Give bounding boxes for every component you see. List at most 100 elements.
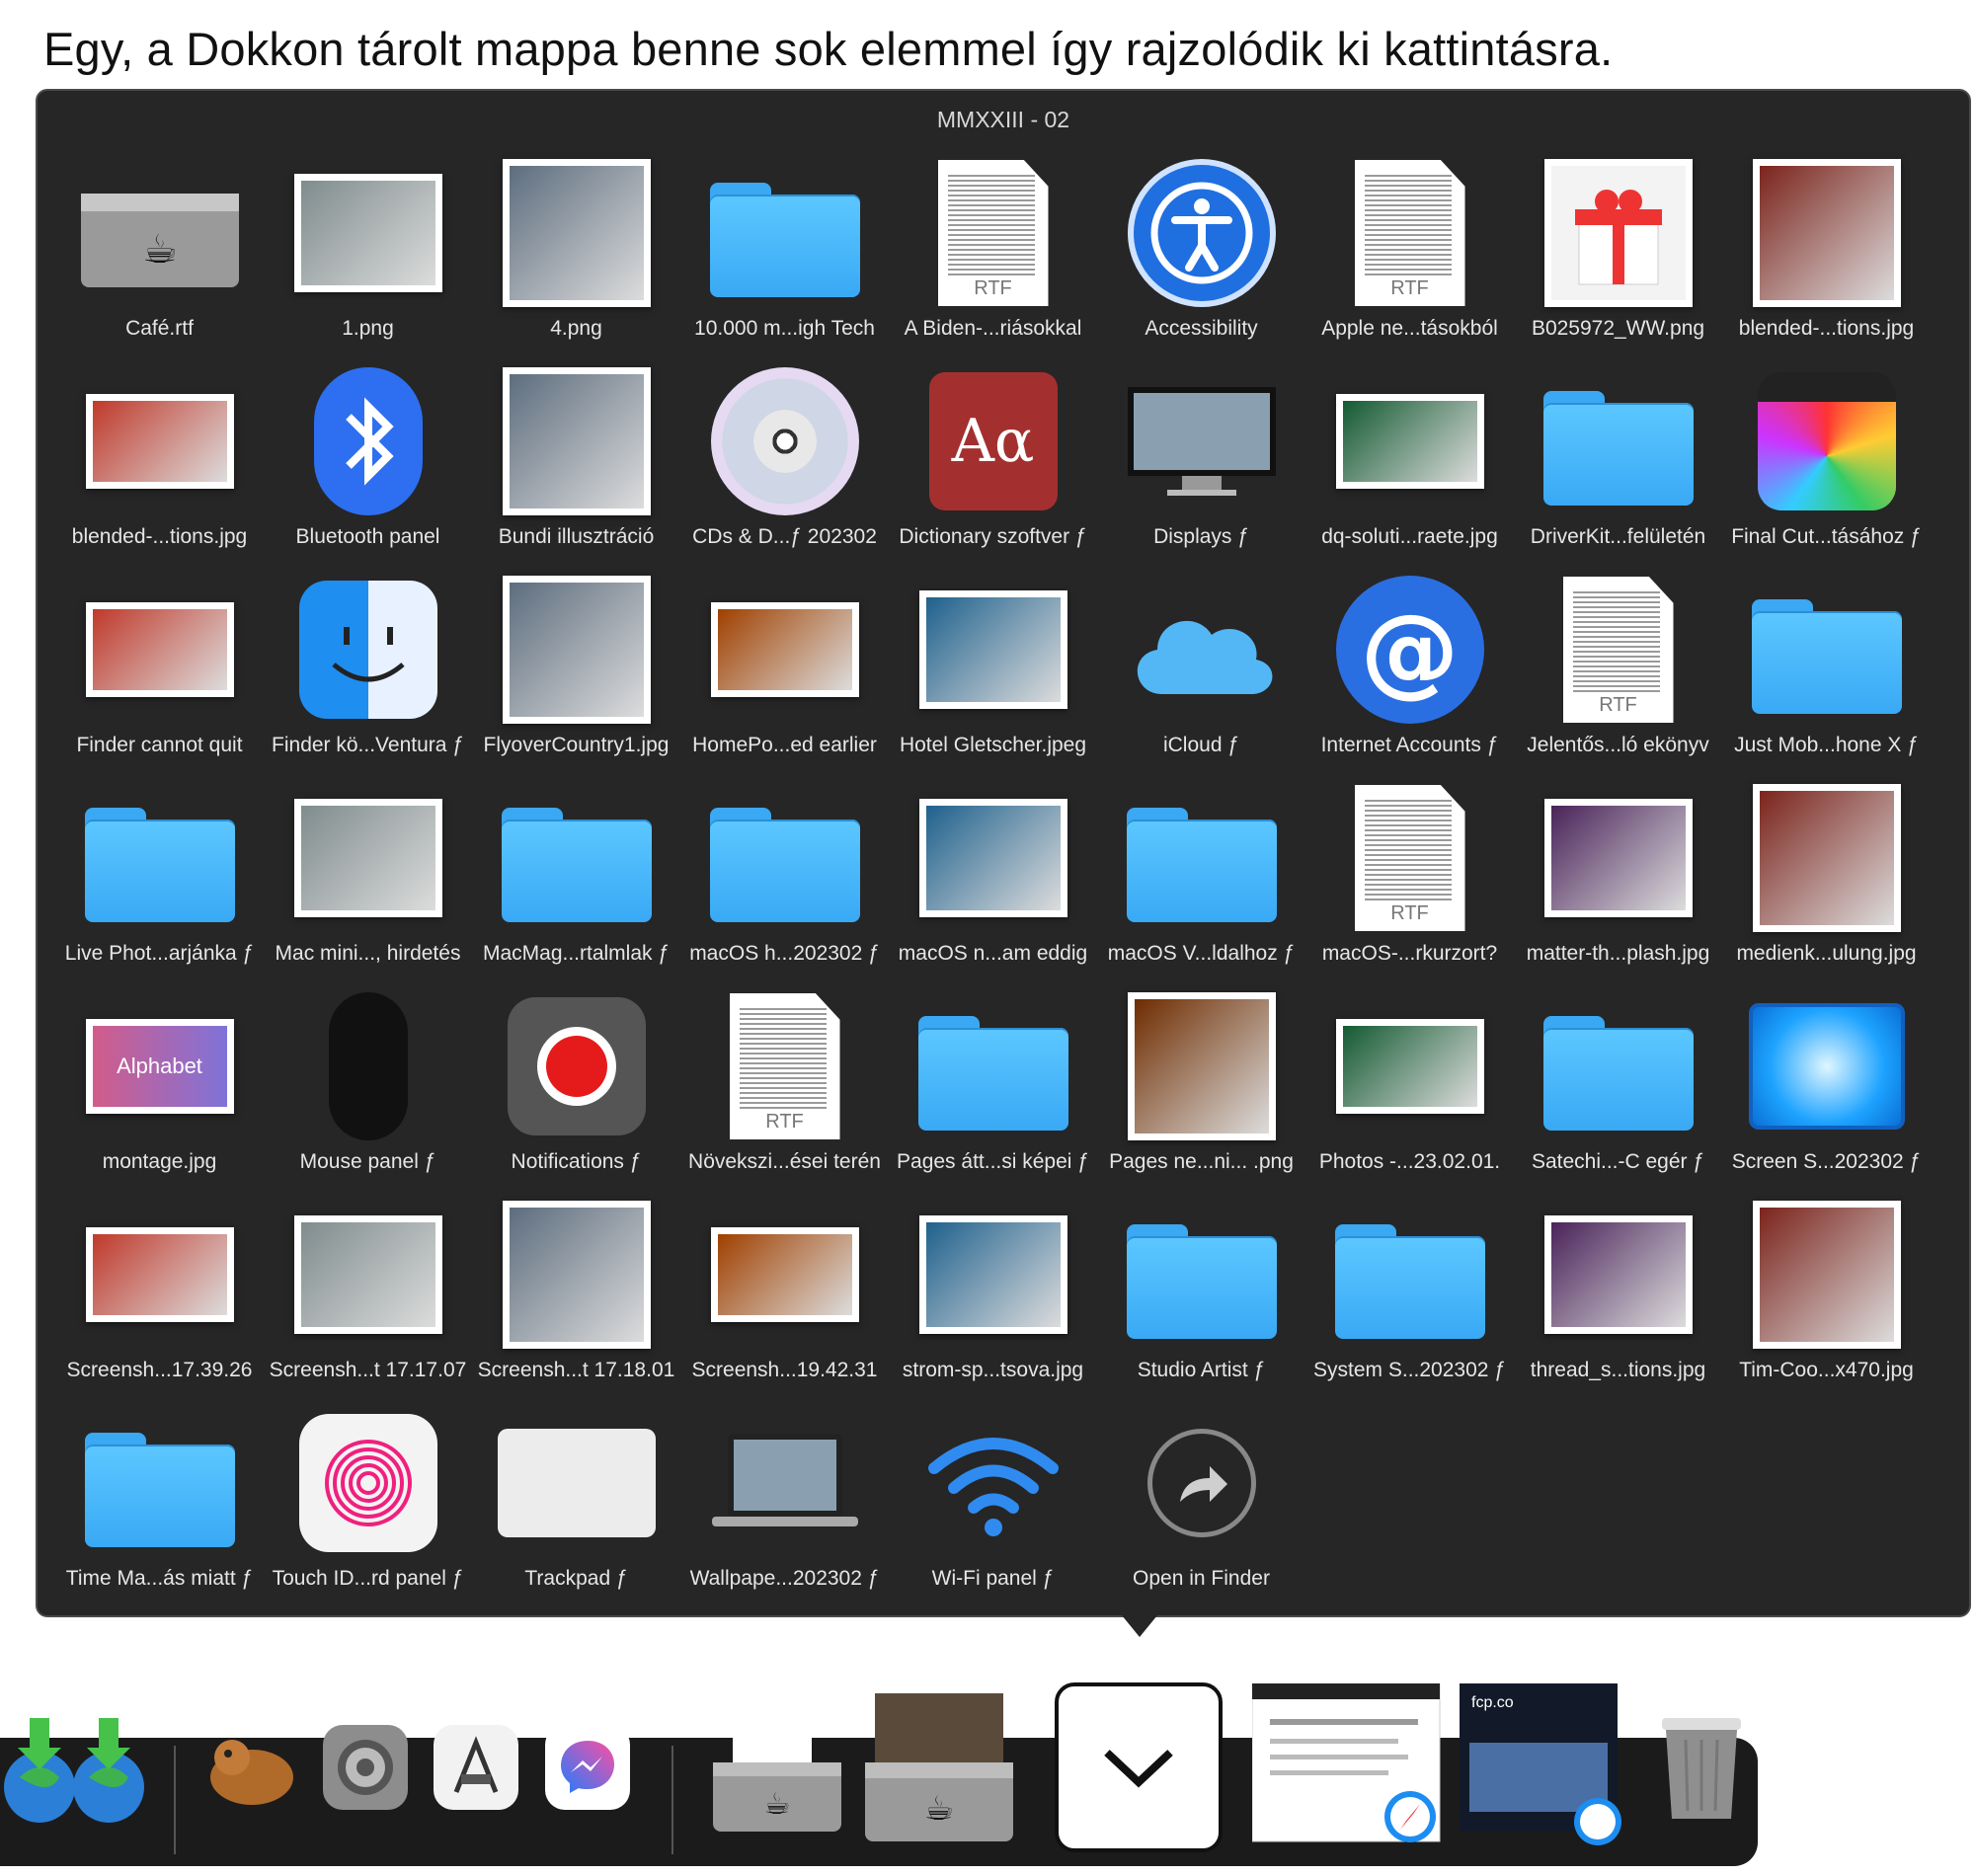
stack-item[interactable]: Screensh...17.39.26 (55, 1190, 264, 1398)
stack-item[interactable]: DriverKit...felületén (1514, 356, 1722, 565)
stack-item[interactable]: Open in Finder (1097, 1398, 1305, 1606)
stack-item[interactable]: RTF Növekszi...ései terén (680, 981, 889, 1190)
stack-item[interactable]: 4.png (472, 148, 680, 356)
stack-item[interactable]: CDs & D...ƒ 202302 (680, 356, 889, 565)
stack-item[interactable]: Alphabet montage.jpg (55, 981, 264, 1190)
stack-item[interactable]: Bluetooth panel (264, 356, 472, 565)
stack-item-label: matter-th...plash.jpg (1526, 942, 1710, 965)
stack-item[interactable]: Aα Dictionary szoftver ƒ (889, 356, 1097, 565)
stack-item[interactable]: Studio Artist ƒ (1097, 1190, 1305, 1398)
stack-item[interactable]: medienk...ulung.jpg (1722, 773, 1931, 981)
stack-item[interactable]: ☕ Café.rtf (55, 148, 264, 356)
stack-item[interactable]: Final Cut...tásához ƒ (1722, 356, 1931, 565)
stack-item[interactable]: Just Mob...hone X ƒ (1722, 565, 1931, 773)
stack-item[interactable]: Pages átt...si képei ƒ (889, 981, 1097, 1190)
stack-item[interactable]: Mac mini..., hirdetés (264, 773, 472, 981)
app-icon[interactable] (202, 1669, 301, 1866)
fcp-window-text: fcp.co (1471, 1694, 1514, 1711)
stack-item-label: 4.png (550, 317, 602, 340)
stack-title: MMXXIII - 02 (936, 107, 1070, 132)
stack-item[interactable]: blended-...tions.jpg (1722, 148, 1931, 356)
stack-item[interactable]: Time Ma...ás miatt ƒ (55, 1398, 264, 1606)
stack-item[interactable]: Live Phot...arjánka ƒ (55, 773, 264, 981)
wifi-icon (914, 1404, 1072, 1562)
stack-item[interactable]: macOS n...am eddig (889, 773, 1097, 981)
stack-item[interactable]: Screensh...t 17.18.01 (472, 1190, 680, 1398)
finder-icon (289, 571, 447, 729)
system-settings-icon[interactable] (321, 1669, 410, 1866)
image-icon (914, 571, 1072, 729)
stack-item[interactable]: B025972_WW.png (1514, 148, 1722, 356)
screen-ruler-icon[interactable] (432, 1669, 520, 1866)
stack-item[interactable]: Notifications ƒ (472, 981, 680, 1190)
trash-icon[interactable] (1647, 1669, 1756, 1866)
stack-item-label: Wi-Fi panel ƒ (931, 1567, 1055, 1590)
stack-item[interactable]: MacMag...rtalmlak ƒ (472, 773, 680, 981)
stack-item-label: Live Phot...arjánka ƒ (64, 942, 255, 965)
stack-item[interactable]: @ Internet Accounts ƒ (1305, 565, 1514, 773)
stack-icon[interactable]: ☕ (703, 1669, 851, 1866)
stack-item[interactable]: matter-th...plash.jpg (1514, 773, 1722, 981)
stack-item-label: Bluetooth panel (295, 525, 440, 548)
stack-item[interactable]: iCloud ƒ (1097, 565, 1305, 773)
stack-item[interactable]: Bundi illusztráció (472, 356, 680, 565)
stack-item[interactable]: Satechi...-C egér ƒ (1514, 981, 1722, 1190)
stack-item[interactable]: Screensh...t 17.17.07 (264, 1190, 472, 1398)
stack-item[interactable]: Screen S...202302 ƒ (1722, 981, 1931, 1190)
stack-item[interactable]: Hotel Gletscher.jpeg (889, 565, 1097, 773)
stack-item[interactable]: thread_s...tions.jpg (1514, 1190, 1722, 1398)
stack-item[interactable]: FlyoverCountry1.jpg (472, 565, 680, 773)
stack-item[interactable]: blended-...tions.jpg (55, 356, 264, 565)
stack-item[interactable]: RTF A Biden-...riásokkal (889, 148, 1097, 356)
stack-item[interactable]: macOS h...202302 ƒ (680, 773, 889, 981)
stack-item-label: Photos -...23.02.01. (1318, 1150, 1501, 1173)
collapse-chevron-icon[interactable] (1055, 1669, 1223, 1866)
stack-item[interactable]: RTF Apple ne...tásokból (1305, 148, 1514, 356)
stack-item-label: Trackpad ƒ (524, 1567, 628, 1590)
stack-item[interactable]: System S...202302 ƒ (1305, 1190, 1514, 1398)
stack-item[interactable]: RTF macOS-...rkurzort? (1305, 773, 1514, 981)
stack-item[interactable]: Trackpad ƒ (472, 1398, 680, 1606)
image-icon (498, 571, 656, 729)
stack-item-label: Screensh...17.39.26 (66, 1359, 253, 1381)
stack-item[interactable]: 1.png (264, 148, 472, 356)
stack-item-label: macOS-...rkurzort? (1321, 942, 1498, 965)
stack-item[interactable]: dq-soluti...raete.jpg (1305, 356, 1514, 565)
final-cut-icon (1748, 362, 1906, 520)
alphabet-image-icon: Alphabet (81, 987, 239, 1145)
stack-item[interactable]: Tim-Coo...x470.jpg (1722, 1190, 1931, 1398)
stack-item[interactable]: Screensh...19.42.31 (680, 1190, 889, 1398)
folder-icon (914, 987, 1072, 1145)
downloads-icon[interactable] (0, 1669, 148, 1866)
safari-window-icon[interactable]: fcp.co (1460, 1669, 1627, 1866)
stack-item[interactable]: Photos -...23.02.01. (1305, 981, 1514, 1190)
stack-item[interactable]: macOS V...ldalhoz ƒ (1097, 773, 1305, 981)
stack-item-label: Displays ƒ (1153, 525, 1249, 548)
stack-item[interactable]: Mouse panel ƒ (264, 981, 472, 1190)
stack-item[interactable]: HomePo...ed earlier (680, 565, 889, 773)
stack-item[interactable]: 10.000 m...igh Tech (680, 148, 889, 356)
stack-icon[interactable]: ☕ (855, 1669, 1023, 1866)
stack-item-label: Final Cut...tásához ƒ (1731, 525, 1922, 548)
stack-item[interactable]: Finder cannot quit (55, 565, 264, 773)
stack-item[interactable]: Finder kö...Ventura ƒ (264, 565, 472, 773)
stack-item-label: Touch ID...rd panel ƒ (272, 1567, 464, 1590)
messenger-icon[interactable] (543, 1669, 632, 1866)
stack-item[interactable]: Touch ID...rd panel ƒ (264, 1398, 472, 1606)
folder-icon (706, 779, 864, 937)
stack-item[interactable]: strom-sp...tsova.jpg (889, 1190, 1097, 1398)
safari-window-icon[interactable] (1252, 1669, 1450, 1866)
stack-item-label: Hotel Gletscher.jpeg (899, 734, 1087, 756)
stack-item[interactable]: Wallpape...202302 ƒ (680, 1398, 889, 1606)
stack-item[interactable]: RTF Jelentős...ló ekönyv (1514, 565, 1722, 773)
stack-item-label: Just Mob...hone X ƒ (1734, 734, 1919, 756)
stack-grid: ☕ Café.rtf 1.png 4.png 10.000 m...igh Tech RT… (55, 148, 1975, 1606)
stack-item[interactable]: Pages ne...ni... .png (1097, 981, 1305, 1190)
folder-icon (1748, 571, 1906, 729)
stack-item-label: Finder cannot quit (76, 734, 243, 756)
stack-item[interactable]: Wi-Fi panel ƒ (889, 1398, 1097, 1606)
stack-item[interactable]: Accessibility (1097, 148, 1305, 356)
open-in-finder-icon (1123, 1404, 1281, 1562)
image-icon (1331, 987, 1489, 1145)
stack-item[interactable]: Displays ƒ (1097, 356, 1305, 565)
